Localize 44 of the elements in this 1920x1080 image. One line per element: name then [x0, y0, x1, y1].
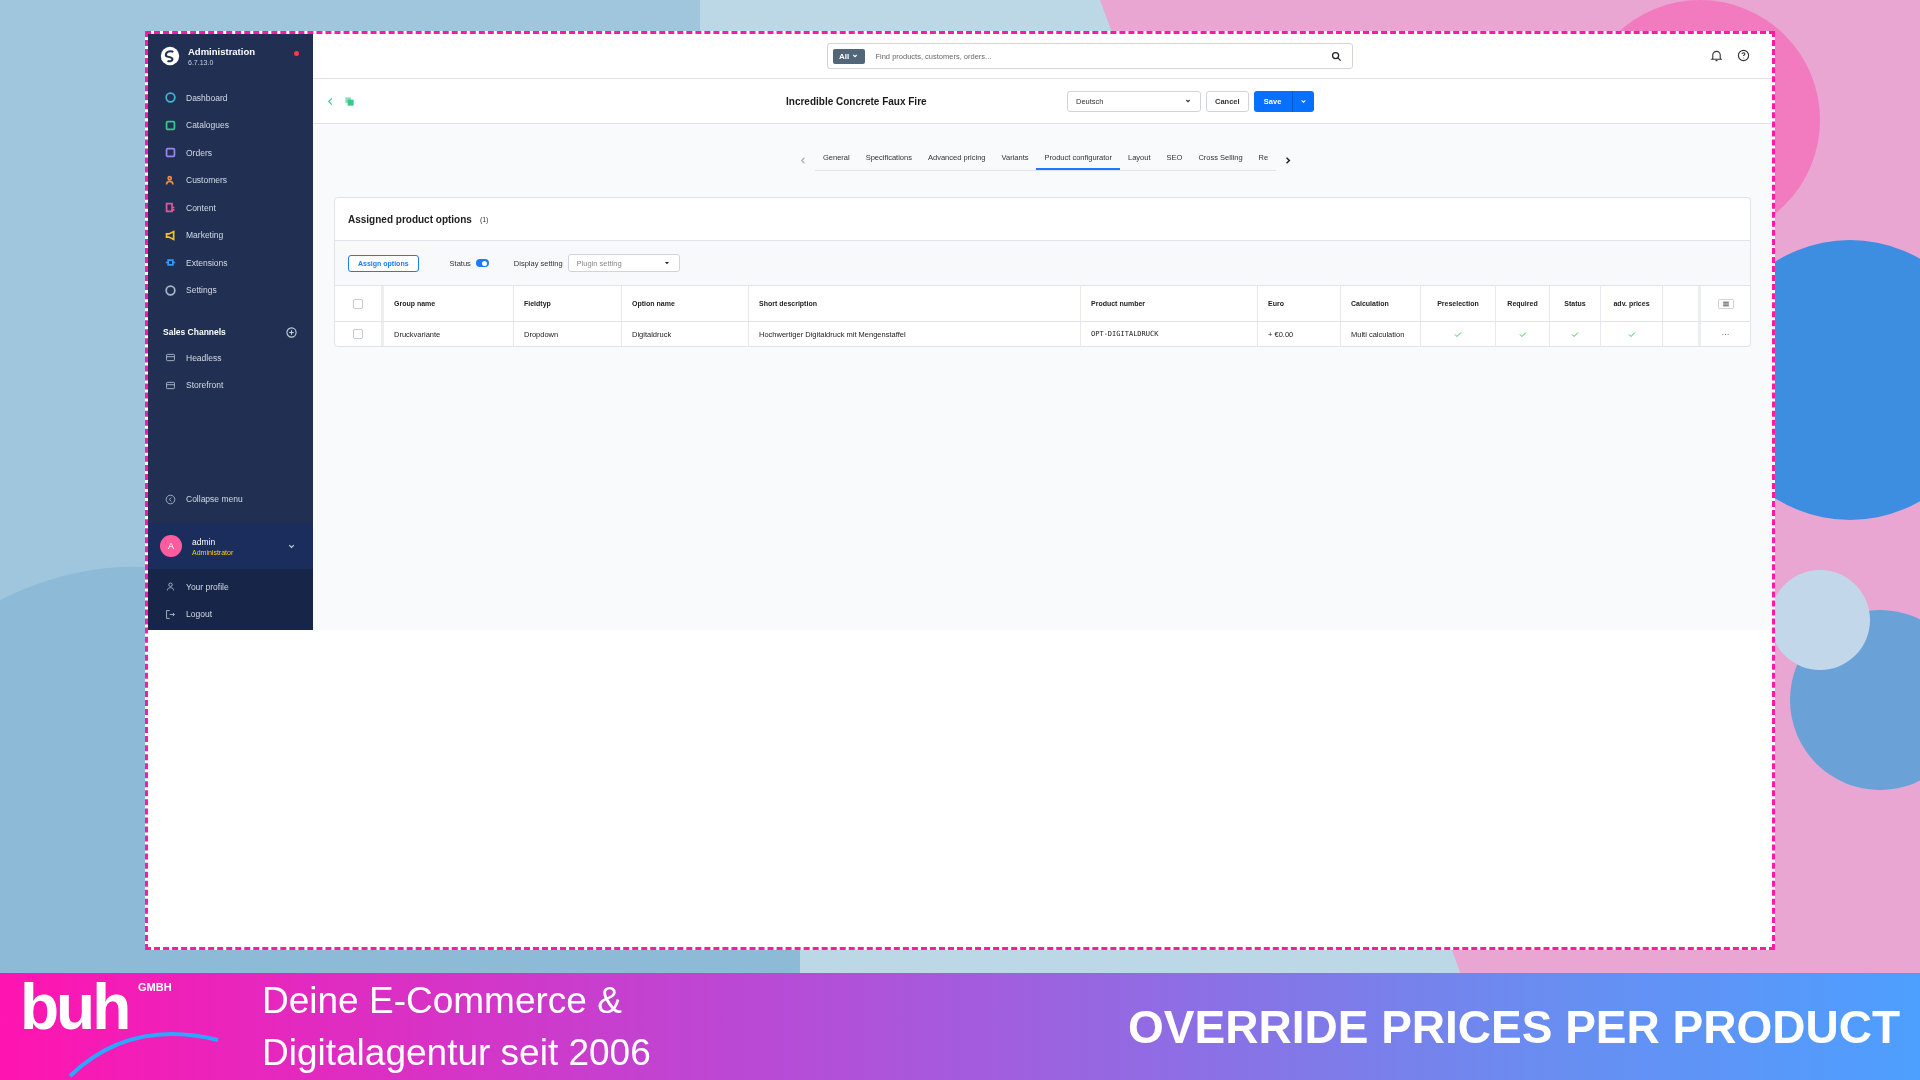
card-title: Assigned product options	[348, 213, 472, 225]
nav-item[interactable]: Catalogues	[148, 111, 313, 139]
bell-icon[interactable]	[1710, 49, 1723, 62]
nav-item[interactable]: Extensions	[148, 249, 313, 277]
user-name: admin	[192, 536, 217, 547]
app-title: Administration	[188, 46, 256, 57]
add-icon[interactable]	[286, 326, 297, 338]
logo-suffix: GMBH	[138, 981, 172, 993]
nav-item[interactable]: Customers	[148, 166, 313, 194]
headline: OVERRIDE PRICES PER PRODUCT	[1128, 999, 1900, 1054]
user-menu-item[interactable]: Your profile	[148, 573, 313, 601]
select-all-checkbox[interactable]	[353, 298, 363, 309]
product-icon	[344, 95, 355, 107]
row-actions-button[interactable]: ···	[1721, 329, 1730, 339]
sales-channel-item[interactable]: Storefront	[148, 371, 313, 399]
nav-item[interactable]: Dashboard	[148, 84, 313, 112]
save-menu-button[interactable]	[1291, 90, 1314, 112]
storefront-icon	[165, 379, 176, 391]
status-toggle[interactable]	[475, 259, 489, 267]
nav-item[interactable]: Orders	[148, 139, 313, 167]
caret-icon	[662, 259, 671, 267]
tagline: Digitalagentur seit 2006	[262, 1030, 651, 1075]
avatar: A	[160, 535, 182, 557]
sales-channel-item[interactable]: Headless	[148, 344, 313, 372]
logo-wordmark: buh	[20, 975, 129, 1039]
user-menu-icon	[165, 608, 176, 620]
search-filter-dropdown[interactable]: All	[833, 48, 866, 64]
search-icon[interactable]	[1331, 50, 1342, 62]
chevron-down-icon	[1184, 97, 1192, 105]
nav-item[interactable]: Content	[148, 194, 313, 222]
user-menu-icon	[165, 581, 176, 593]
chevron-left-icon	[165, 493, 176, 505]
logo-icon	[160, 46, 180, 66]
nav-item[interactable]: Marketing	[148, 221, 313, 249]
help-icon[interactable]	[1737, 49, 1750, 62]
user-menu-item[interactable]: Logout	[148, 600, 313, 628]
nav-item[interactable]: Settings	[148, 276, 313, 304]
column-settings-icon[interactable]	[1717, 298, 1734, 309]
row-checkbox[interactable]	[353, 329, 363, 339]
tagline: Deine E-Commerce &	[262, 979, 623, 1024]
collapse-menu-button[interactable]: Collapse menu	[148, 485, 313, 513]
page-title: Incredible Concrete Faux Fire	[786, 95, 928, 107]
storefront-icon	[165, 352, 176, 364]
section-heading: Sales Channels	[163, 327, 226, 337]
